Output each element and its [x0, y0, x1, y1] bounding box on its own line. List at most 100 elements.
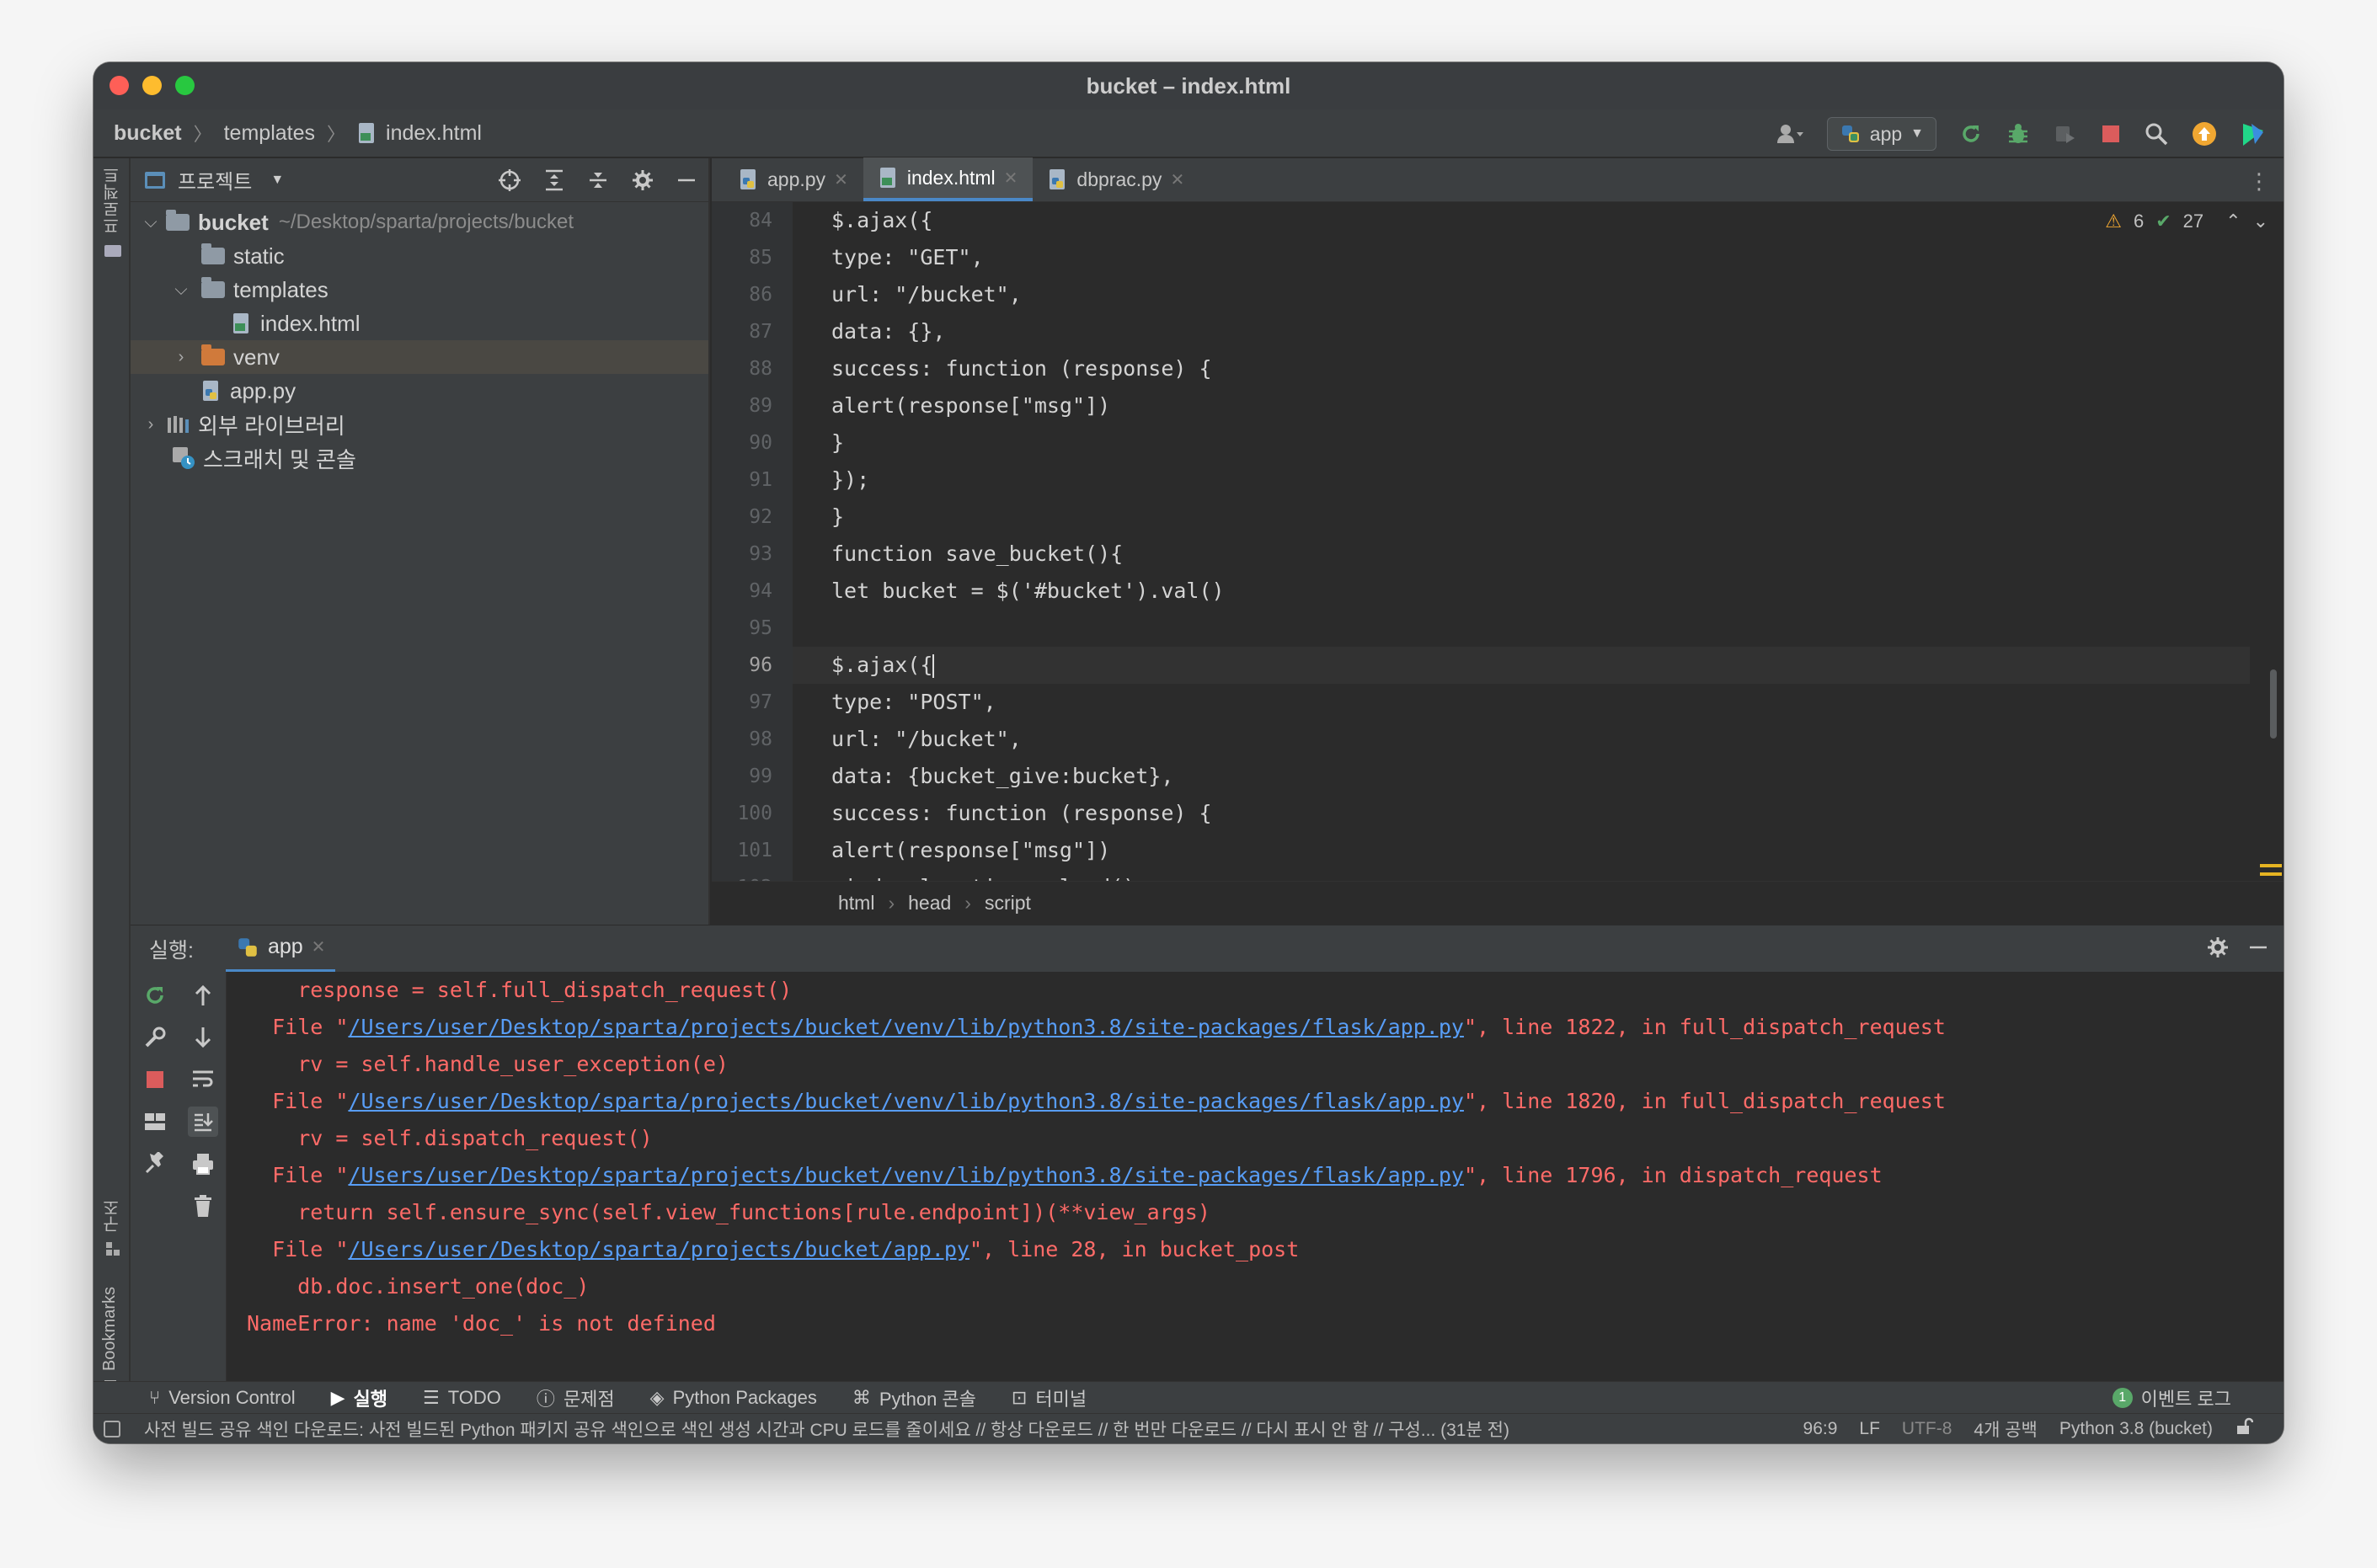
code-line[interactable]: data: {bucket_give:bucket},	[793, 758, 2250, 795]
tree-item-venv[interactable]: › venv	[131, 340, 708, 374]
chevron-up-icon[interactable]: ⌃	[2225, 211, 2241, 232]
console-file-link[interactable]: /Users/user/Desktop/sparta/projects/buck…	[348, 1015, 1464, 1039]
chevron-down-icon[interactable]: ⌄	[2253, 211, 2268, 232]
code-line[interactable]	[793, 610, 2250, 647]
code-line[interactable]: type: "POST",	[793, 684, 2250, 721]
line-number[interactable]: 91	[712, 461, 793, 499]
code-line[interactable]: alert(response["msg"])	[793, 832, 2250, 869]
hide-panel-icon[interactable]	[2248, 937, 2268, 963]
tree-item-static[interactable]: static	[131, 239, 708, 273]
gear-icon[interactable]	[2206, 936, 2230, 965]
tool-run[interactable]: ▶ 실행	[331, 1384, 387, 1411]
line-number[interactable]: 97	[712, 684, 793, 721]
project-tool-button[interactable]: 프로젝트	[100, 167, 125, 258]
run-tab-app[interactable]: app ✕	[225, 925, 336, 973]
profiler-icon[interactable]	[2053, 121, 2078, 147]
arrow-down-icon[interactable]	[188, 1022, 218, 1053]
breadcrumb-head[interactable]: head	[908, 892, 951, 915]
gear-icon[interactable]	[631, 168, 654, 192]
line-number[interactable]: 93	[712, 536, 793, 573]
expand-all-icon[interactable]	[543, 168, 565, 192]
close-icon[interactable]: ✕	[1170, 169, 1184, 190]
soft-wrap-icon[interactable]	[188, 1064, 218, 1095]
layout-icon[interactable]	[140, 1107, 170, 1137]
line-number[interactable]: 94	[712, 573, 793, 610]
status-message[interactable]: 사전 빌드 공유 색인 다운로드: 사전 빌드된 Python 패키지 공유 색…	[144, 1416, 1509, 1442]
nav-crumb-project[interactable]: bucket	[114, 121, 182, 146]
console-file-link[interactable]: /Users/user/Desktop/sparta/projects/buck…	[348, 1237, 969, 1261]
stop-icon[interactable]	[2100, 123, 2122, 145]
line-number[interactable]: 88	[712, 350, 793, 387]
tree-item-bucket[interactable]: ⌵ bucket ~/Desktop/sparta/projects/bucke…	[131, 205, 708, 239]
python-interpreter[interactable]: Python 3.8 (bucket)	[2059, 1419, 2213, 1439]
line-number[interactable]: 95	[712, 610, 793, 647]
nav-crumb-folder[interactable]: templates	[224, 121, 315, 146]
tree-item-external-libraries[interactable]: › 외부 라이브러리	[131, 408, 708, 441]
scroll-to-end-icon[interactable]	[187, 1107, 218, 1137]
search-icon[interactable]	[2144, 121, 2169, 147]
structure-tool-button[interactable]: 구조	[100, 1199, 125, 1256]
line-number[interactable]: 85	[712, 239, 793, 276]
run-console[interactable]: response = self.full_dispatch_request() …	[227, 972, 2284, 1381]
chevron-down-icon[interactable]: ⌵	[141, 213, 161, 232]
line-number[interactable]: 90	[712, 424, 793, 461]
tree-item-scratches[interactable]: 스크래치 및 콘솔	[131, 441, 708, 475]
hide-panel-icon[interactable]	[676, 170, 697, 190]
line-number[interactable]: 89	[712, 387, 793, 424]
trash-icon[interactable]	[188, 1191, 218, 1221]
run-configuration-select[interactable]: app ▼	[1826, 117, 1936, 151]
line-separator[interactable]: LF	[1859, 1419, 1880, 1439]
code-line[interactable]: alert(response["msg"])	[793, 387, 2250, 424]
code-line[interactable]: success: function (response) {	[793, 350, 2250, 387]
tool-terminal[interactable]: ⊡ 터미널	[1012, 1384, 1087, 1411]
code-line[interactable]: let bucket = $('#bucket').val()	[793, 573, 2250, 610]
line-number[interactable]: 96	[712, 647, 793, 684]
code-line[interactable]: url: "/bucket",	[793, 276, 2250, 313]
file-encoding[interactable]: UTF-8	[1902, 1419, 1952, 1439]
locate-target-icon[interactable]	[498, 168, 521, 192]
tool-todo[interactable]: ☰ TODO	[423, 1387, 501, 1409]
line-number[interactable]: 101	[712, 832, 793, 869]
indent-setting[interactable]: 4개 공백	[1974, 1416, 2037, 1442]
collapse-all-icon[interactable]	[587, 168, 609, 192]
line-number[interactable]: 92	[712, 499, 793, 536]
code-line[interactable]: }	[793, 499, 2250, 536]
tool-problems[interactable]: ⓘ 문제점	[537, 1384, 615, 1411]
caret-position[interactable]: 96:9	[1803, 1419, 1838, 1439]
code-area[interactable]: $.ajax({type: "GET", url: "/bucket", data:…	[793, 202, 2250, 881]
caret-down-icon[interactable]: ▼	[270, 173, 284, 188]
line-number[interactable]: 100	[712, 795, 793, 832]
code-line[interactable]: function save_bucket(){	[793, 536, 2250, 573]
close-icon[interactable]: ✕	[312, 936, 326, 957]
code-line[interactable]: type: "GET",	[793, 239, 2250, 276]
close-window-button[interactable]	[110, 76, 129, 95]
stop-icon[interactable]	[140, 1064, 170, 1095]
close-icon[interactable]: ✕	[1004, 168, 1018, 189]
lock-open-icon[interactable]	[2235, 1417, 2254, 1441]
tab-app-py[interactable]: app.py ✕	[724, 157, 863, 201]
tool-version-control[interactable]: ⑂ Version Control	[149, 1387, 296, 1409]
wrench-icon[interactable]	[140, 1022, 170, 1053]
code-line[interactable]: });	[793, 461, 2250, 499]
more-vertical-icon[interactable]: ⋮	[2248, 168, 2270, 195]
code-line[interactable]: window.location.reload()	[793, 869, 2250, 881]
breadcrumb-html[interactable]: html	[838, 892, 874, 915]
code-line[interactable]: }	[793, 424, 2250, 461]
console-file-link[interactable]: /Users/user/Desktop/sparta/projects/buck…	[348, 1163, 1464, 1187]
tool-python-packages[interactable]: ◈ Python Packages	[650, 1387, 817, 1409]
tool-event-log[interactable]: 1 이벤트 로그	[2112, 1382, 2231, 1414]
rerun-icon[interactable]	[140, 980, 170, 1011]
tab-index-html[interactable]: index.html ✕	[863, 157, 1034, 201]
editor-scrollbar[interactable]	[2270, 669, 2277, 739]
zoom-window-button[interactable]	[175, 76, 195, 95]
nav-crumb-file[interactable]: index.html	[357, 121, 482, 146]
tool-python-console[interactable]: ⌘ Python 콘솔	[852, 1384, 976, 1411]
code-line[interactable]: success: function (response) {	[793, 795, 2250, 832]
tab-dbprac-py[interactable]: dbprac.py ✕	[1033, 157, 1199, 201]
code-line[interactable]: data: {},	[793, 313, 2250, 350]
update-icon[interactable]	[2191, 120, 2218, 147]
project-view-select[interactable]: 프로젝트	[178, 165, 252, 195]
tree-item-index-html[interactable]: index.html	[131, 307, 708, 340]
tree-item-templates[interactable]: ⌵ templates	[131, 273, 708, 307]
code-line[interactable]: url: "/bucket",	[793, 721, 2250, 758]
